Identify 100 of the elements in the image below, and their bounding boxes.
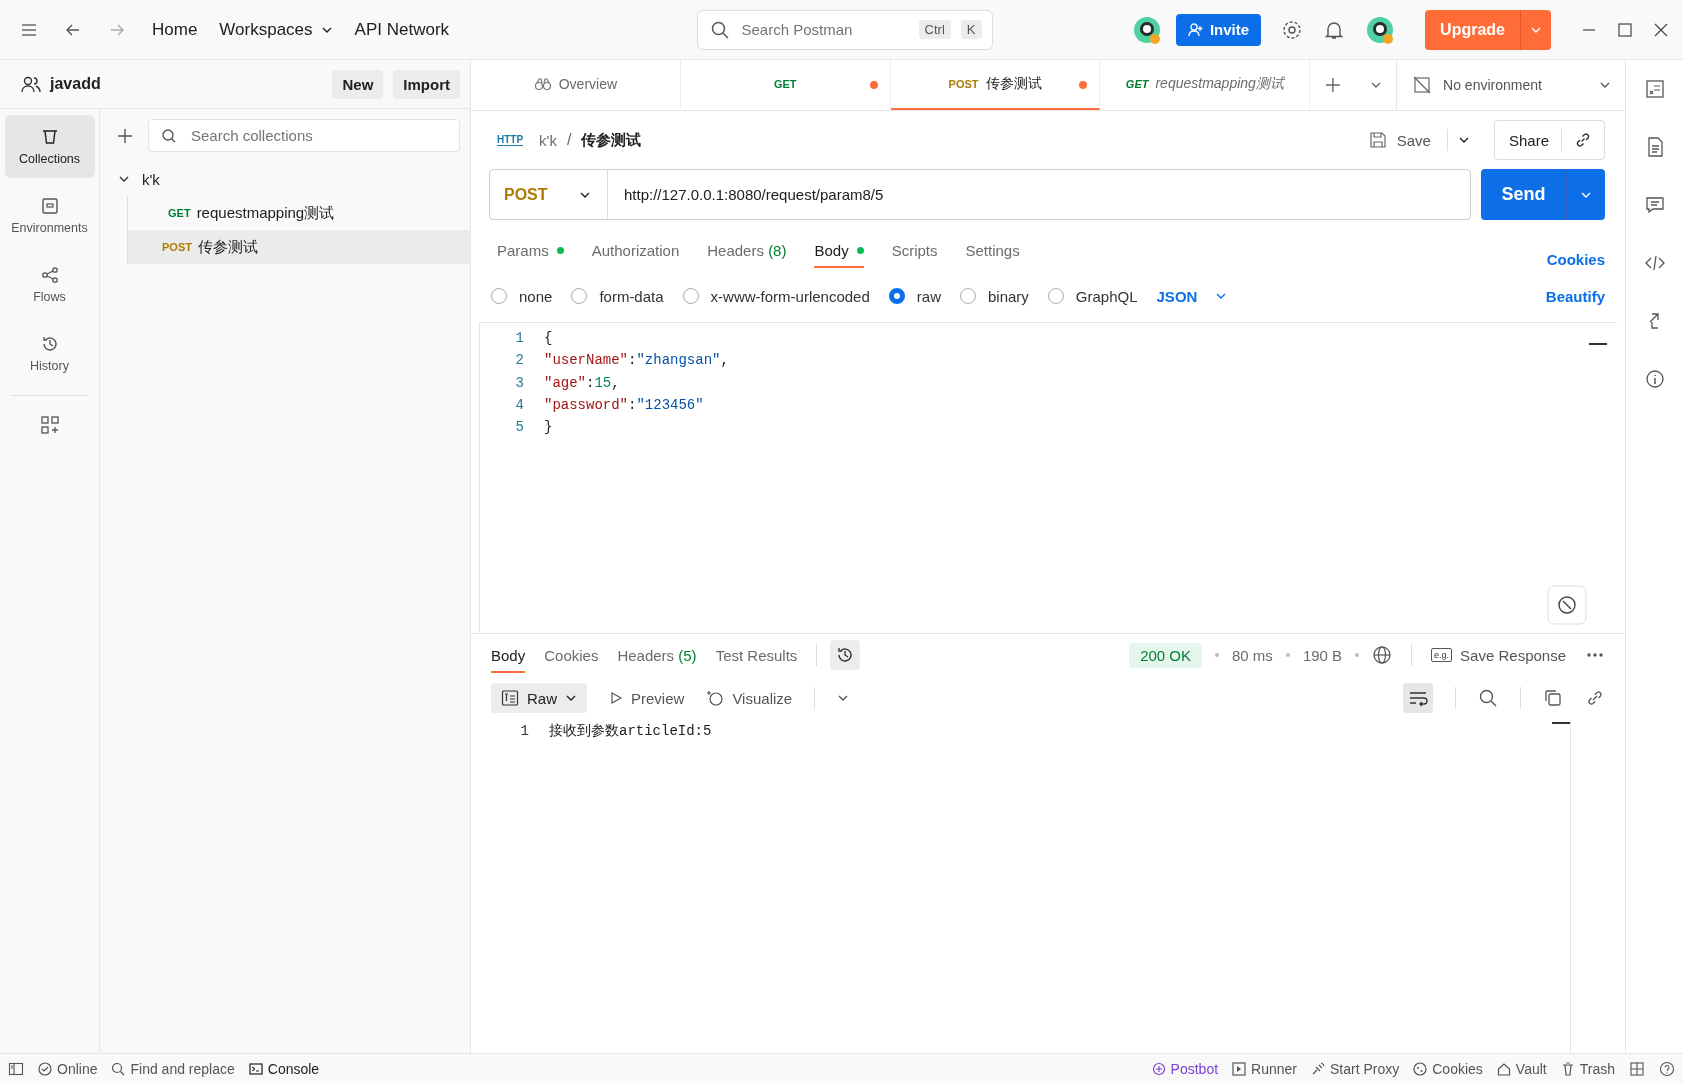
- comment-icon[interactable]: [1643, 194, 1666, 216]
- line-number: 1: [519, 723, 530, 740]
- response-tab[interactable]: Body: [491, 637, 526, 673]
- crossed-box-icon: [1413, 76, 1432, 94]
- workspace-button[interactable]: Import: [393, 69, 460, 99]
- sidebar-toggle-icon[interactable]: [8, 1060, 24, 1077]
- plus-icon[interactable]: [1324, 76, 1343, 94]
- check-circle-icon: [38, 1061, 52, 1076]
- sidebar-nav-item[interactable]: History: [4, 322, 95, 385]
- plus-icon[interactable]: [116, 126, 134, 145]
- robot-avatar-icon[interactable]: [1365, 14, 1396, 45]
- maximize-icon[interactable]: [1617, 21, 1633, 38]
- search-icon: [161, 127, 177, 144]
- request-tab[interactable]: GET requestmapping测试: [1100, 60, 1311, 110]
- collection-item[interactable]: k'k: [100, 162, 470, 196]
- search-icon: [111, 1061, 126, 1076]
- request-section-tab[interactable]: Authorization: [591, 232, 680, 268]
- response-tab[interactable]: Headers (5): [617, 637, 697, 673]
- status-bar-item[interactable]: Cookies: [1413, 1060, 1483, 1077]
- method-dropdown[interactable]: POST: [490, 170, 608, 219]
- request-tab[interactable]: GET: [680, 60, 891, 110]
- status-bar-item[interactable]: Console: [248, 1060, 320, 1077]
- request-tab[interactable]: Overview: [471, 60, 681, 110]
- person-plus-icon: [1187, 21, 1204, 38]
- binoculars-icon: [533, 77, 552, 91]
- response-line: 接收到参数articleId:5: [549, 722, 712, 741]
- format-dropdown[interactable]: JSON: [1156, 287, 1228, 305]
- sidebar-nav-item[interactable]: Environments: [4, 184, 95, 247]
- workspace-button[interactable]: New: [332, 69, 384, 99]
- window-icon: [39, 196, 60, 216]
- body-type-radio[interactable]: none: [491, 287, 553, 305]
- url-bar[interactable]: POST http://127.0.0.1:8080/request/param8/5: [489, 169, 1471, 220]
- request-section-tab[interactable]: Headers (8): [707, 232, 787, 268]
- beautify-link[interactable]: Beautify: [1545, 287, 1605, 305]
- status-bar-item[interactable]: Start Proxy: [1311, 1060, 1400, 1077]
- code-editor[interactable]: 1 { 2 "userName":"zhangsan", 3 "age":15, 4 "password":"123456" 5 }: [479, 322, 1617, 633]
- sidebar-nav-item[interactable]: Flows: [4, 253, 95, 316]
- breadcrumb-link[interactable]: k'k: [539, 131, 557, 149]
- robot-avatar-icon[interactable]: [1131, 14, 1162, 45]
- help-icon[interactable]: [1659, 1060, 1675, 1077]
- house-icon: [1496, 1061, 1511, 1076]
- info-icon[interactable]: [1643, 368, 1666, 390]
- wrap-lines-icon[interactable]: [1403, 683, 1433, 713]
- search-input[interactable]: Search collections: [189, 126, 447, 145]
- cookies-link[interactable]: Cookies: [1546, 250, 1605, 268]
- status-bar-item[interactable]: Find and replace: [111, 1060, 235, 1077]
- globe-icon[interactable]: [1372, 645, 1393, 665]
- grid-plus-icon[interactable]: [38, 414, 61, 436]
- close-icon[interactable]: [1653, 21, 1669, 38]
- settings-icon[interactable]: [1281, 18, 1304, 41]
- view-mode-dropdown[interactable]: Raw: [491, 683, 587, 713]
- link-icon[interactable]: [1574, 131, 1592, 149]
- layout-icon[interactable]: [1629, 1060, 1645, 1077]
- status-bar-item[interactable]: Vault: [1496, 1060, 1547, 1077]
- request-section-tab[interactable]: Settings: [965, 232, 1020, 268]
- response-tab[interactable]: Cookies: [544, 637, 599, 673]
- line-number: 4: [514, 397, 525, 414]
- unsaved-dot: [869, 81, 878, 89]
- link-icon[interactable]: [1585, 688, 1605, 708]
- code-line: }: [544, 419, 553, 436]
- status-bar-item[interactable]: Postbot: [1151, 1060, 1219, 1077]
- status-bar-item[interactable]: Online: [38, 1060, 98, 1077]
- visualize-button[interactable]: Visualize: [706, 689, 793, 707]
- invite-button[interactable]: Invite: [1175, 13, 1262, 46]
- body-type-radio[interactable]: x-www-form-urlencoded: [682, 287, 870, 305]
- url-input[interactable]: http://127.0.0.1:8080/request/param8/5: [608, 170, 1470, 219]
- sidebar-nav-item[interactable]: Collections: [4, 115, 95, 178]
- request-item[interactable]: POST 传参测试: [127, 230, 470, 264]
- top-nav-link[interactable]: API Network: [354, 19, 450, 40]
- save-button[interactable]: Save: [1362, 131, 1437, 149]
- status-bar-item[interactable]: Trash: [1560, 1060, 1615, 1077]
- top-nav-link[interactable]: Workspaces: [219, 19, 333, 40]
- body-type-radio[interactable]: GraphQL: [1047, 287, 1138, 305]
- save-response-button[interactable]: e.g. Save Response: [1431, 646, 1566, 664]
- search-field[interactable]: Search Postman Ctrl K: [696, 9, 993, 50]
- status-badge: 200 OK: [1129, 642, 1202, 668]
- request-tab[interactable]: POST 传参测试: [890, 60, 1101, 110]
- search-icon[interactable]: [1478, 688, 1498, 708]
- response-tab[interactable]: Test Results: [715, 637, 798, 673]
- preview-button[interactable]: Preview: [609, 689, 685, 707]
- more-icon[interactable]: [1585, 651, 1605, 659]
- body-type-radio[interactable]: form-data: [571, 287, 664, 305]
- share-button[interactable]: Share: [1508, 131, 1549, 149]
- workspace-name: javadd: [50, 75, 101, 93]
- body-type-radio[interactable]: raw: [888, 287, 941, 305]
- line-number: 1: [514, 330, 525, 347]
- top-nav-link[interactable]: Home: [152, 19, 198, 40]
- shortcut-key: Ctrl: [918, 20, 951, 39]
- history-icon[interactable]: [830, 640, 861, 670]
- request-section-tab[interactable]: Body: [814, 232, 864, 268]
- search-input[interactable]: Search Postman: [739, 20, 909, 39]
- body-type-radio[interactable]: binary: [959, 287, 1029, 305]
- copy-icon[interactable]: [1543, 688, 1563, 708]
- status-bar-item[interactable]: Runner: [1232, 1060, 1297, 1077]
- variables-icon[interactable]: [1643, 78, 1666, 100]
- request-section-tab[interactable]: Params: [497, 232, 564, 268]
- environment-selector[interactable]: No environment: [1396, 60, 1625, 110]
- request-section-tab[interactable]: Scripts: [891, 232, 938, 268]
- search-collections-field[interactable]: Search collections: [148, 119, 460, 152]
- code-line: {: [544, 330, 553, 347]
